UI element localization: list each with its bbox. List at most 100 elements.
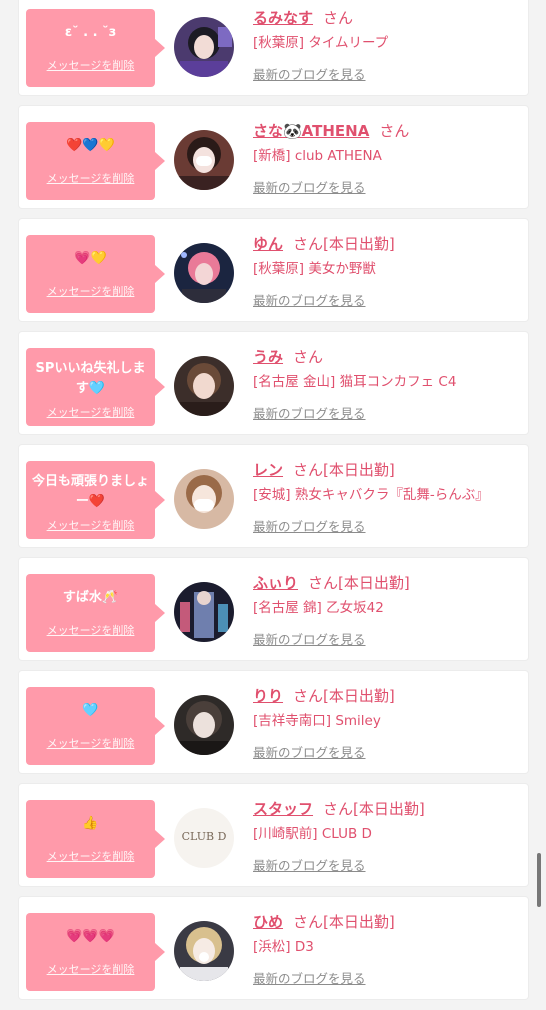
- sender-status: さん[本日出勤]: [293, 461, 395, 479]
- sender-name-line: りり さん[本日出勤]: [253, 685, 522, 707]
- shop-name: [川崎駅前] CLUB D: [253, 826, 372, 842]
- message-card: ❤️💙💛 メッセージを削除 さな🐼ATHENA さん [新橋] club ATHENA 最…: [19, 106, 528, 208]
- sender-status: さん[本日出勤]: [293, 235, 395, 253]
- sender-name-link[interactable]: レン: [253, 461, 283, 479]
- sender-info: るみなす さん [秋葉原] タイムリープ最新のブログを見る: [253, 7, 522, 83]
- sender-info: さな🐼ATHENA さん [新橋] club ATHENA 最新のブログを見る: [253, 120, 522, 196]
- sender-name-line: ひめ さん[本日出勤]: [253, 911, 522, 933]
- shop-name: [安城] 熟女キャバクラ『乱舞-らんぶ』: [253, 487, 489, 503]
- sender-info: ゆん さん[本日出勤] [秋葉原] 美女か野獣最新のブログを見る: [253, 233, 522, 309]
- message-text: 🩵: [82, 703, 99, 718]
- shop-name: [浜松] D3: [253, 939, 314, 955]
- sender-name-link[interactable]: ふぃり: [253, 574, 298, 592]
- message-bubble: SPいいね失礼します🩵 メッセージを削除: [26, 348, 165, 426]
- sender-status: さん: [379, 122, 410, 140]
- sender-name-link[interactable]: ひめ: [253, 913, 283, 931]
- latest-blog-link[interactable]: 最新のブログを見る: [253, 177, 522, 196]
- message-bubble: 🩵 メッセージを削除: [26, 687, 165, 765]
- delete-message-link[interactable]: メッセージを削除: [26, 848, 155, 864]
- message-bubble: 👍 メッセージを削除: [26, 800, 165, 878]
- message-card: ε˘ . . ˘з メッセージを削除 るみなす さん [秋葉原] タイムリープ最新のブロ…: [19, 0, 528, 95]
- shop-name: [秋葉原] タイムリープ: [253, 35, 389, 51]
- message-text: ❤️💙💛: [66, 138, 115, 153]
- avatar[interactable]: [174, 469, 234, 529]
- message-card: 🩵 メッセージを削除 りり さん[本日出勤] [吉祥寺南口] Smiley 最新のブログを…: [19, 671, 528, 773]
- avatar[interactable]: [174, 17, 234, 77]
- sender-name-link[interactable]: るみなす: [253, 9, 313, 27]
- sender-name-line: うみ さん: [253, 346, 522, 368]
- sender-status: さん[本日出勤]: [323, 800, 425, 818]
- message-card: 👍 メッセージを削除 CLUB D スタッフ さん[本日出勤] [川崎駅前] CLUB D…: [19, 784, 528, 886]
- shop-name: [秋葉原] 美女か野獣: [253, 261, 376, 277]
- sender-name-link[interactable]: スタッフ: [253, 800, 313, 818]
- logo-text: CLUB D: [181, 830, 227, 843]
- avatar[interactable]: [174, 921, 234, 981]
- delete-message-link[interactable]: メッセージを削除: [26, 170, 155, 186]
- delete-message-link[interactable]: メッセージを削除: [26, 735, 155, 751]
- shop-name: [名古屋 金山] 猫耳コンカフェ C4: [253, 374, 457, 390]
- message-text: すば水🥂: [62, 590, 119, 605]
- message-card: 💗💗💗 メッセージを削除 ひめ さん[本日出勤] [浜松] D3 最新のブログを見る: [19, 897, 528, 999]
- latest-blog-link[interactable]: 最新のブログを見る: [253, 516, 522, 535]
- message-card: 💗💛 メッセージを削除 ゆん さん[本日出勤] [秋葉原] 美女か野獣最新のブログを見る: [19, 219, 528, 321]
- sender-name-line: ふぃり さん[本日出勤]: [253, 572, 522, 594]
- avatar[interactable]: [174, 695, 234, 755]
- message-text: 👍: [82, 816, 99, 831]
- message-bubble: ε˘ . . ˘з メッセージを削除: [26, 9, 165, 87]
- delete-message-link[interactable]: メッセージを削除: [26, 517, 155, 533]
- latest-blog-link[interactable]: 最新のブログを見る: [253, 855, 522, 874]
- message-bubble: すば水🥂 メッセージを削除: [26, 574, 165, 652]
- sender-status: さん[本日出勤]: [293, 913, 395, 931]
- message-card: 今日も頑張りましょー❤️ メッセージを削除 レン さん[本日出勤] [安城] 熟女キャバ…: [19, 445, 528, 547]
- delete-message-link[interactable]: メッセージを削除: [26, 404, 155, 420]
- delete-message-link[interactable]: メッセージを削除: [26, 57, 155, 73]
- sender-info: スタッフ さん[本日出勤] [川崎駅前] CLUB D 最新のブログを見る: [253, 798, 522, 874]
- message-text: 💗💛: [74, 251, 107, 266]
- sender-name-link[interactable]: りり: [253, 687, 283, 705]
- sender-info: ひめ さん[本日出勤] [浜松] D3 最新のブログを見る: [253, 911, 522, 987]
- avatar[interactable]: [174, 243, 234, 303]
- shop-name: [吉祥寺南口] Smiley: [253, 713, 381, 729]
- message-bubble: 今日も頑張りましょー❤️ メッセージを削除: [26, 461, 165, 539]
- message-text: 💗💗💗: [66, 929, 115, 944]
- delete-message-link[interactable]: メッセージを削除: [26, 283, 155, 299]
- latest-blog-link[interactable]: 最新のブログを見る: [253, 629, 522, 648]
- sender-status: さん[本日出勤]: [293, 687, 395, 705]
- message-text: 今日も頑張りましょー❤️: [32, 474, 150, 509]
- latest-blog-link[interactable]: 最新のブログを見る: [253, 968, 522, 987]
- message-bubble: ❤️💙💛 メッセージを削除: [26, 122, 165, 200]
- sender-name-line: ゆん さん[本日出勤]: [253, 233, 522, 255]
- latest-blog-link[interactable]: 最新のブログを見る: [253, 403, 522, 422]
- sender-info: ふぃり さん[本日出勤] [名古屋 錦] 乙女坂42 最新のブログを見る: [253, 572, 522, 648]
- message-list: ε˘ . . ˘з メッセージを削除 るみなす さん [秋葉原] タイムリープ 最新のブロ…: [19, 0, 528, 1010]
- message-text: SPいいね失礼します🩵: [35, 361, 146, 396]
- sender-name-line: るみなす さん: [253, 7, 522, 29]
- message-card: すば水🥂 メッセージを削除 ふぃり さん[本日出勤] [名古屋 錦] 乙女坂42 最新のブ…: [19, 558, 528, 660]
- avatar[interactable]: [174, 130, 234, 190]
- message-bubble: 💗💗💗 メッセージを削除: [26, 913, 165, 991]
- avatar[interactable]: [174, 582, 234, 642]
- sender-info: りり さん[本日出勤] [吉祥寺南口] Smiley 最新のブログを見る: [253, 685, 522, 761]
- latest-blog-link[interactable]: 最新のブログを見る: [253, 64, 522, 83]
- sender-status: さん: [293, 348, 324, 366]
- delete-message-link[interactable]: メッセージを削除: [26, 622, 155, 638]
- sender-name-line: スタッフ さん[本日出勤]: [253, 798, 522, 820]
- sender-name-line: さな🐼ATHENA さん: [253, 120, 522, 142]
- message-card: SPいいね失礼します🩵 メッセージを削除 うみ さん [名古屋 金山] 猫耳コンカフェ …: [19, 332, 528, 434]
- sender-info: レン さん[本日出勤] [安城] 熟女キャバクラ『乱舞-らんぶ』最新のブログを見る: [253, 459, 522, 535]
- shop-name: [名古屋 錦] 乙女坂42: [253, 600, 384, 616]
- latest-blog-link[interactable]: 最新のブログを見る: [253, 742, 522, 761]
- message-text: ε˘ . . ˘з: [64, 25, 117, 40]
- sender-status: さん: [323, 9, 354, 27]
- sender-info: うみ さん [名古屋 金山] 猫耳コンカフェ C4 最新のブログを見る: [253, 346, 522, 422]
- shop-name: [新橋] club ATHENA: [253, 148, 382, 164]
- sender-name-link[interactable]: ゆん: [253, 235, 283, 253]
- delete-message-link[interactable]: メッセージを削除: [26, 961, 155, 977]
- scrollbar[interactable]: [537, 853, 541, 907]
- club-d-logo-icon[interactable]: CLUB D: [174, 808, 234, 868]
- latest-blog-link[interactable]: 最新のブログを見る: [253, 290, 522, 309]
- sender-name-link[interactable]: さな🐼ATHENA: [253, 122, 369, 140]
- avatar[interactable]: [174, 356, 234, 416]
- sender-name-line: レン さん[本日出勤]: [253, 459, 522, 481]
- sender-name-link[interactable]: うみ: [253, 348, 283, 366]
